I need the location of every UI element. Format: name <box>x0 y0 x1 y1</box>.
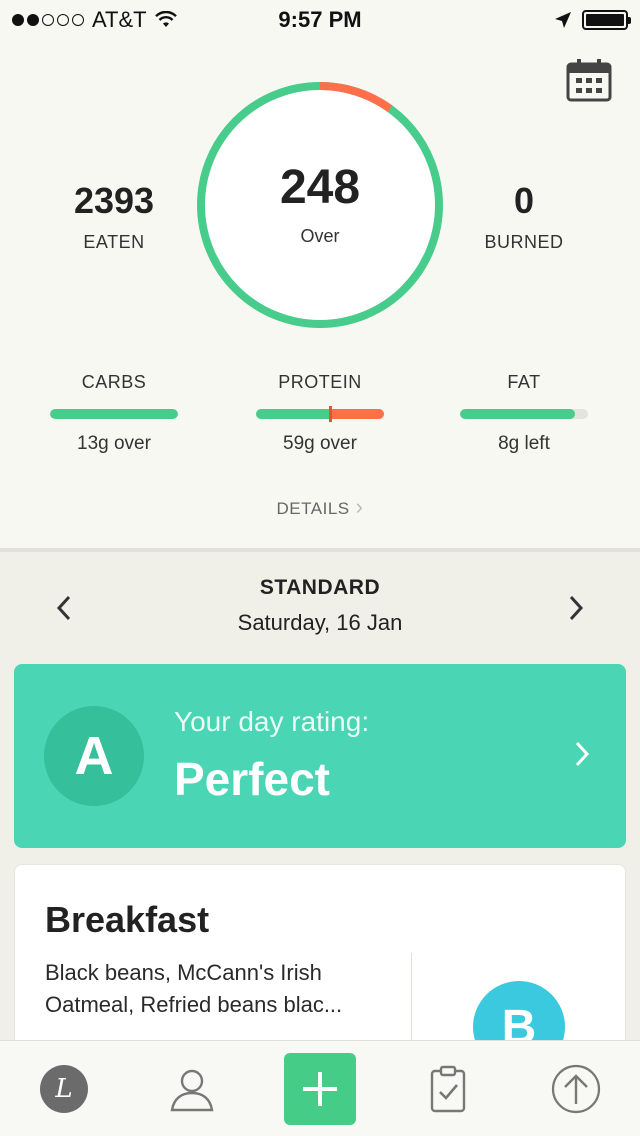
macro-protein: PROTEIN 59g over <box>250 372 390 455</box>
add-button[interactable] <box>284 1052 356 1125</box>
day-rating-card[interactable]: A Your day rating: Perfect <box>14 664 626 848</box>
chevron-right-icon <box>569 595 584 621</box>
tab-upgrade[interactable] <box>540 1053 612 1125</box>
tab-plans[interactable] <box>412 1053 484 1125</box>
calories-over-value: 248 <box>279 160 361 214</box>
calorie-ring[interactable]: 248 Over <box>195 80 445 330</box>
calendar-icon <box>566 59 612 102</box>
meal-title: Breakfast <box>45 899 210 940</box>
breakfast-card[interactable]: Breakfast Black beans, McCann's Irish Oa… <box>14 864 626 1064</box>
macro-progress-bar <box>50 409 178 419</box>
day-rating-label: Your day rating: <box>174 706 370 737</box>
details-label: DETAILS <box>276 499 350 518</box>
macro-carbs: CARBS 13g over <box>44 372 184 455</box>
day-rating-value: Perfect <box>174 753 330 805</box>
calendar-button[interactable] <box>566 58 612 102</box>
macro-progress-fill <box>256 409 331 419</box>
burned-stat: 0 BURNED <box>444 180 604 253</box>
lifesum-logo-icon: L <box>40 1064 88 1113</box>
macro-over-fill <box>330 409 384 419</box>
wifi-icon <box>154 11 177 27</box>
meal-description-line: Oatmeal, Refried beans blac... <box>45 992 343 1017</box>
eaten-stat: 2393 EATEN <box>34 180 194 253</box>
signal-strength-icon <box>12 14 84 26</box>
meal-description-line: Black beans, McCann's Irish <box>45 960 322 985</box>
burned-value: 0 <box>513 180 535 221</box>
macro-progress-fill <box>50 409 178 419</box>
tab-bar: L <box>0 1040 640 1136</box>
profile-icon <box>170 1069 214 1111</box>
macro-title: CARBS <box>81 372 147 392</box>
status-right <box>554 10 631 30</box>
add-icon <box>303 1071 337 1106</box>
chevron-right-icon: › <box>355 494 364 519</box>
macro-status: 59g over <box>283 433 357 454</box>
eaten-value: 2393 <box>73 180 155 221</box>
macro-progress-fill <box>460 409 576 419</box>
current-date: Saturday, 16 Jan <box>237 610 403 635</box>
location-arrow-icon <box>555 12 571 28</box>
macro-progress-bar <box>256 406 384 422</box>
macro-title: FAT <box>507 372 541 392</box>
macro-fat: FAT 8g left <box>454 372 594 455</box>
ring-center: 248 Over <box>195 80 445 330</box>
day-grade-badge: A <box>44 706 144 806</box>
status-bar: AT&T 9:57 PM <box>0 0 640 40</box>
burned-label: BURNED <box>484 232 564 252</box>
macro-progress-bar <box>460 409 588 419</box>
meal-description: Black beans, McCann's Irish Oatmeal, Ref… <box>45 957 385 1021</box>
macro-goal-marker <box>328 406 332 422</box>
tab-home[interactable]: L <box>28 1053 100 1125</box>
svg-text:L: L <box>54 1074 72 1104</box>
calories-over-label: Over <box>300 225 340 246</box>
next-day-button[interactable] <box>556 588 596 628</box>
clipboard-icon <box>430 1065 466 1112</box>
eaten-label: EATEN <box>83 232 145 252</box>
battery-icon <box>582 10 631 30</box>
macro-status: 13g over <box>77 433 151 454</box>
macro-title: PROTEIN <box>278 372 362 392</box>
upload-icon <box>551 1064 601 1113</box>
macro-status: 8g left <box>498 433 550 454</box>
status-left: AT&T <box>12 7 177 33</box>
chevron-right-icon <box>574 738 590 775</box>
tab-profile[interactable] <box>156 1053 228 1125</box>
tab-add[interactable] <box>284 1052 356 1125</box>
details-link[interactable]: DETAILS › <box>0 494 640 520</box>
diet-type-label: STANDARD <box>259 576 381 599</box>
carrier-name: AT&T <box>92 7 147 32</box>
